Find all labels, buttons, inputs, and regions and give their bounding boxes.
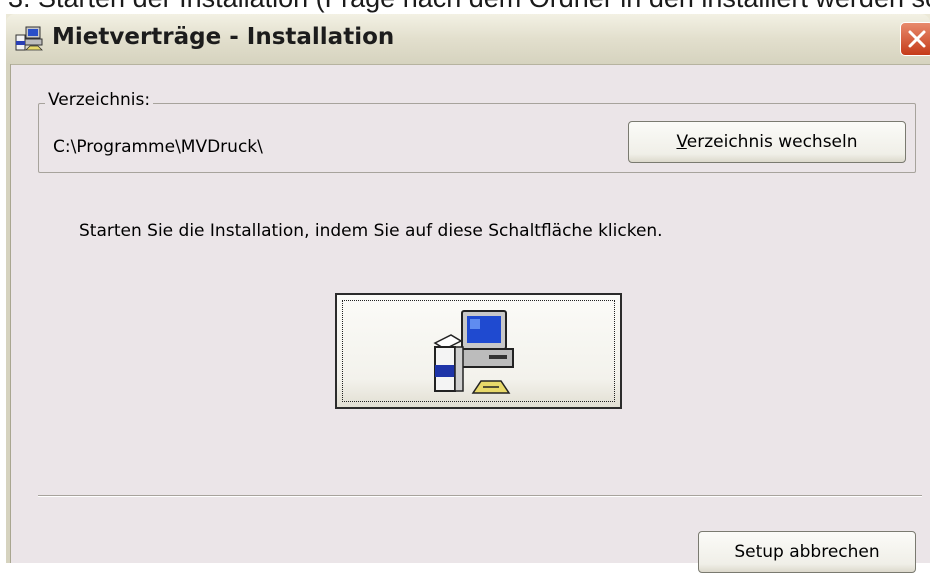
directory-legend: Verzeichnis: [45,90,154,110]
start-installation-button[interactable] [335,293,622,409]
installer-window: Mietverträge - Installation Verzeichnis:… [6,14,930,573]
change-directory-access-key: V [676,132,687,152]
caption-text: 3. Starten der Installation (Frage nach … [8,0,930,14]
directory-path: C:\Programme\MVDruck\ [53,137,263,157]
cancel-setup-button[interactable]: Setup abbrechen [698,531,916,573]
close-icon [908,30,926,48]
close-button[interactable] [900,22,930,56]
window-title: Mietverträge - Installation [52,24,395,50]
footer-separator [38,495,922,497]
computer-setup-icon [433,310,514,394]
document-caption: 3. Starten der Installation (Frage nach … [0,0,930,14]
change-directory-label: erzeichnis wechseln [686,132,858,152]
change-directory-button[interactable]: Verzeichnis wechseln [628,121,906,163]
instruction-text: Starten Sie die Installation, indem Sie … [79,221,663,241]
title-bar[interactable]: Mietverträge - Installation [6,14,930,65]
dialog-client-area: Verzeichnis: C:\Programme\MVDruck\ Verze… [11,65,930,573]
installer-app-icon [15,26,43,51]
